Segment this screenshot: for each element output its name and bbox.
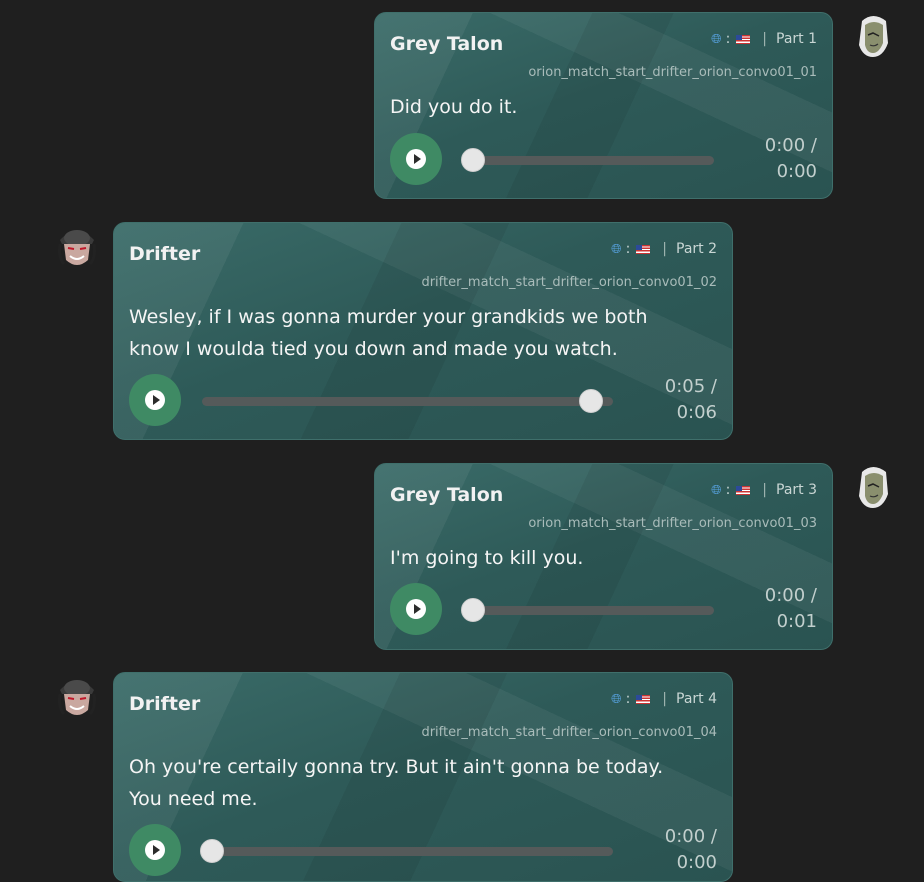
message-bubble: Grey Talon 🌐︎ : | Part 1 orion_match_sta… [374,12,833,199]
audio-progress-slider[interactable] [202,389,613,413]
message-meta: 🌐︎ : | Part 1 [711,31,817,47]
slider-thumb[interactable] [461,148,485,172]
audio-progress-slider[interactable] [461,148,714,172]
grey-talon-avatar [859,467,888,508]
play-icon [145,390,165,410]
play-icon [406,149,426,169]
audio-time: 0:05 / 0:06 [664,376,717,423]
us-flag-icon [736,485,751,495]
grey-talon-avatar [859,16,888,57]
drifter-avatar [58,680,96,716]
us-flag-icon [636,244,651,254]
play-icon [145,840,165,860]
slider-thumb[interactable] [461,598,485,622]
message-text: I'm going to kill you. [390,547,584,569]
message-text: Wesley, if I was gonna murder your grand… [129,306,648,360]
play-button[interactable] [390,583,442,635]
us-flag-icon [636,694,651,704]
play-icon [406,599,426,619]
message-meta: 🌐︎ : | Part 4 [611,691,717,707]
message-meta: 🌐︎ : | Part 3 [711,482,817,498]
slider-thumb[interactable] [579,389,603,413]
us-flag-icon [736,34,751,44]
message-meta: 🌐︎ : | Part 2 [611,241,717,257]
drifter-avatar [58,230,96,266]
speaker-name: Drifter [129,693,201,715]
part-label: Part 1 [776,31,817,47]
message-bubble: Drifter 🌐︎ : | Part 4 drifter_match_star… [113,672,733,882]
audio-progress-slider[interactable] [461,598,714,622]
message-bubble: Drifter 🌐︎ : | Part 2 drifter_match_star… [113,222,733,440]
speaker-name: Grey Talon [390,484,504,506]
globe-icon: 🌐︎ [711,482,722,498]
speaker-name: Drifter [129,243,201,265]
message-text: Oh you're certaily gonna try. But it ain… [129,756,664,810]
message-bubble: Grey Talon 🌐︎ : | Part 3 orion_match_sta… [374,463,833,650]
play-button[interactable] [129,374,181,426]
audio-time: 0:00 / 0:01 [764,585,817,632]
voice-line-code: drifter_match_start_drifter_orion_convo0… [421,725,717,740]
part-label: Part 3 [776,482,817,498]
globe-icon: 🌐︎ [611,241,622,257]
message-text: Did you do it. [390,96,518,118]
audio-time: 0:00 / 0:00 [664,826,717,873]
voice-line-code: orion_match_start_drifter_orion_convo01_… [528,516,817,531]
audio-time: 0:00 / 0:00 [764,135,817,182]
slider-thumb[interactable] [200,839,224,863]
voice-line-code: drifter_match_start_drifter_orion_convo0… [421,275,717,290]
globe-icon: 🌐︎ [611,691,622,707]
globe-icon: 🌐︎ [711,31,722,47]
part-label: Part 2 [676,241,717,257]
audio-progress-slider[interactable] [200,839,613,863]
voice-line-code: orion_match_start_drifter_orion_convo01_… [528,65,817,80]
speaker-name: Grey Talon [390,33,504,55]
play-button[interactable] [129,824,181,876]
play-button[interactable] [390,133,442,185]
part-label: Part 4 [676,691,717,707]
